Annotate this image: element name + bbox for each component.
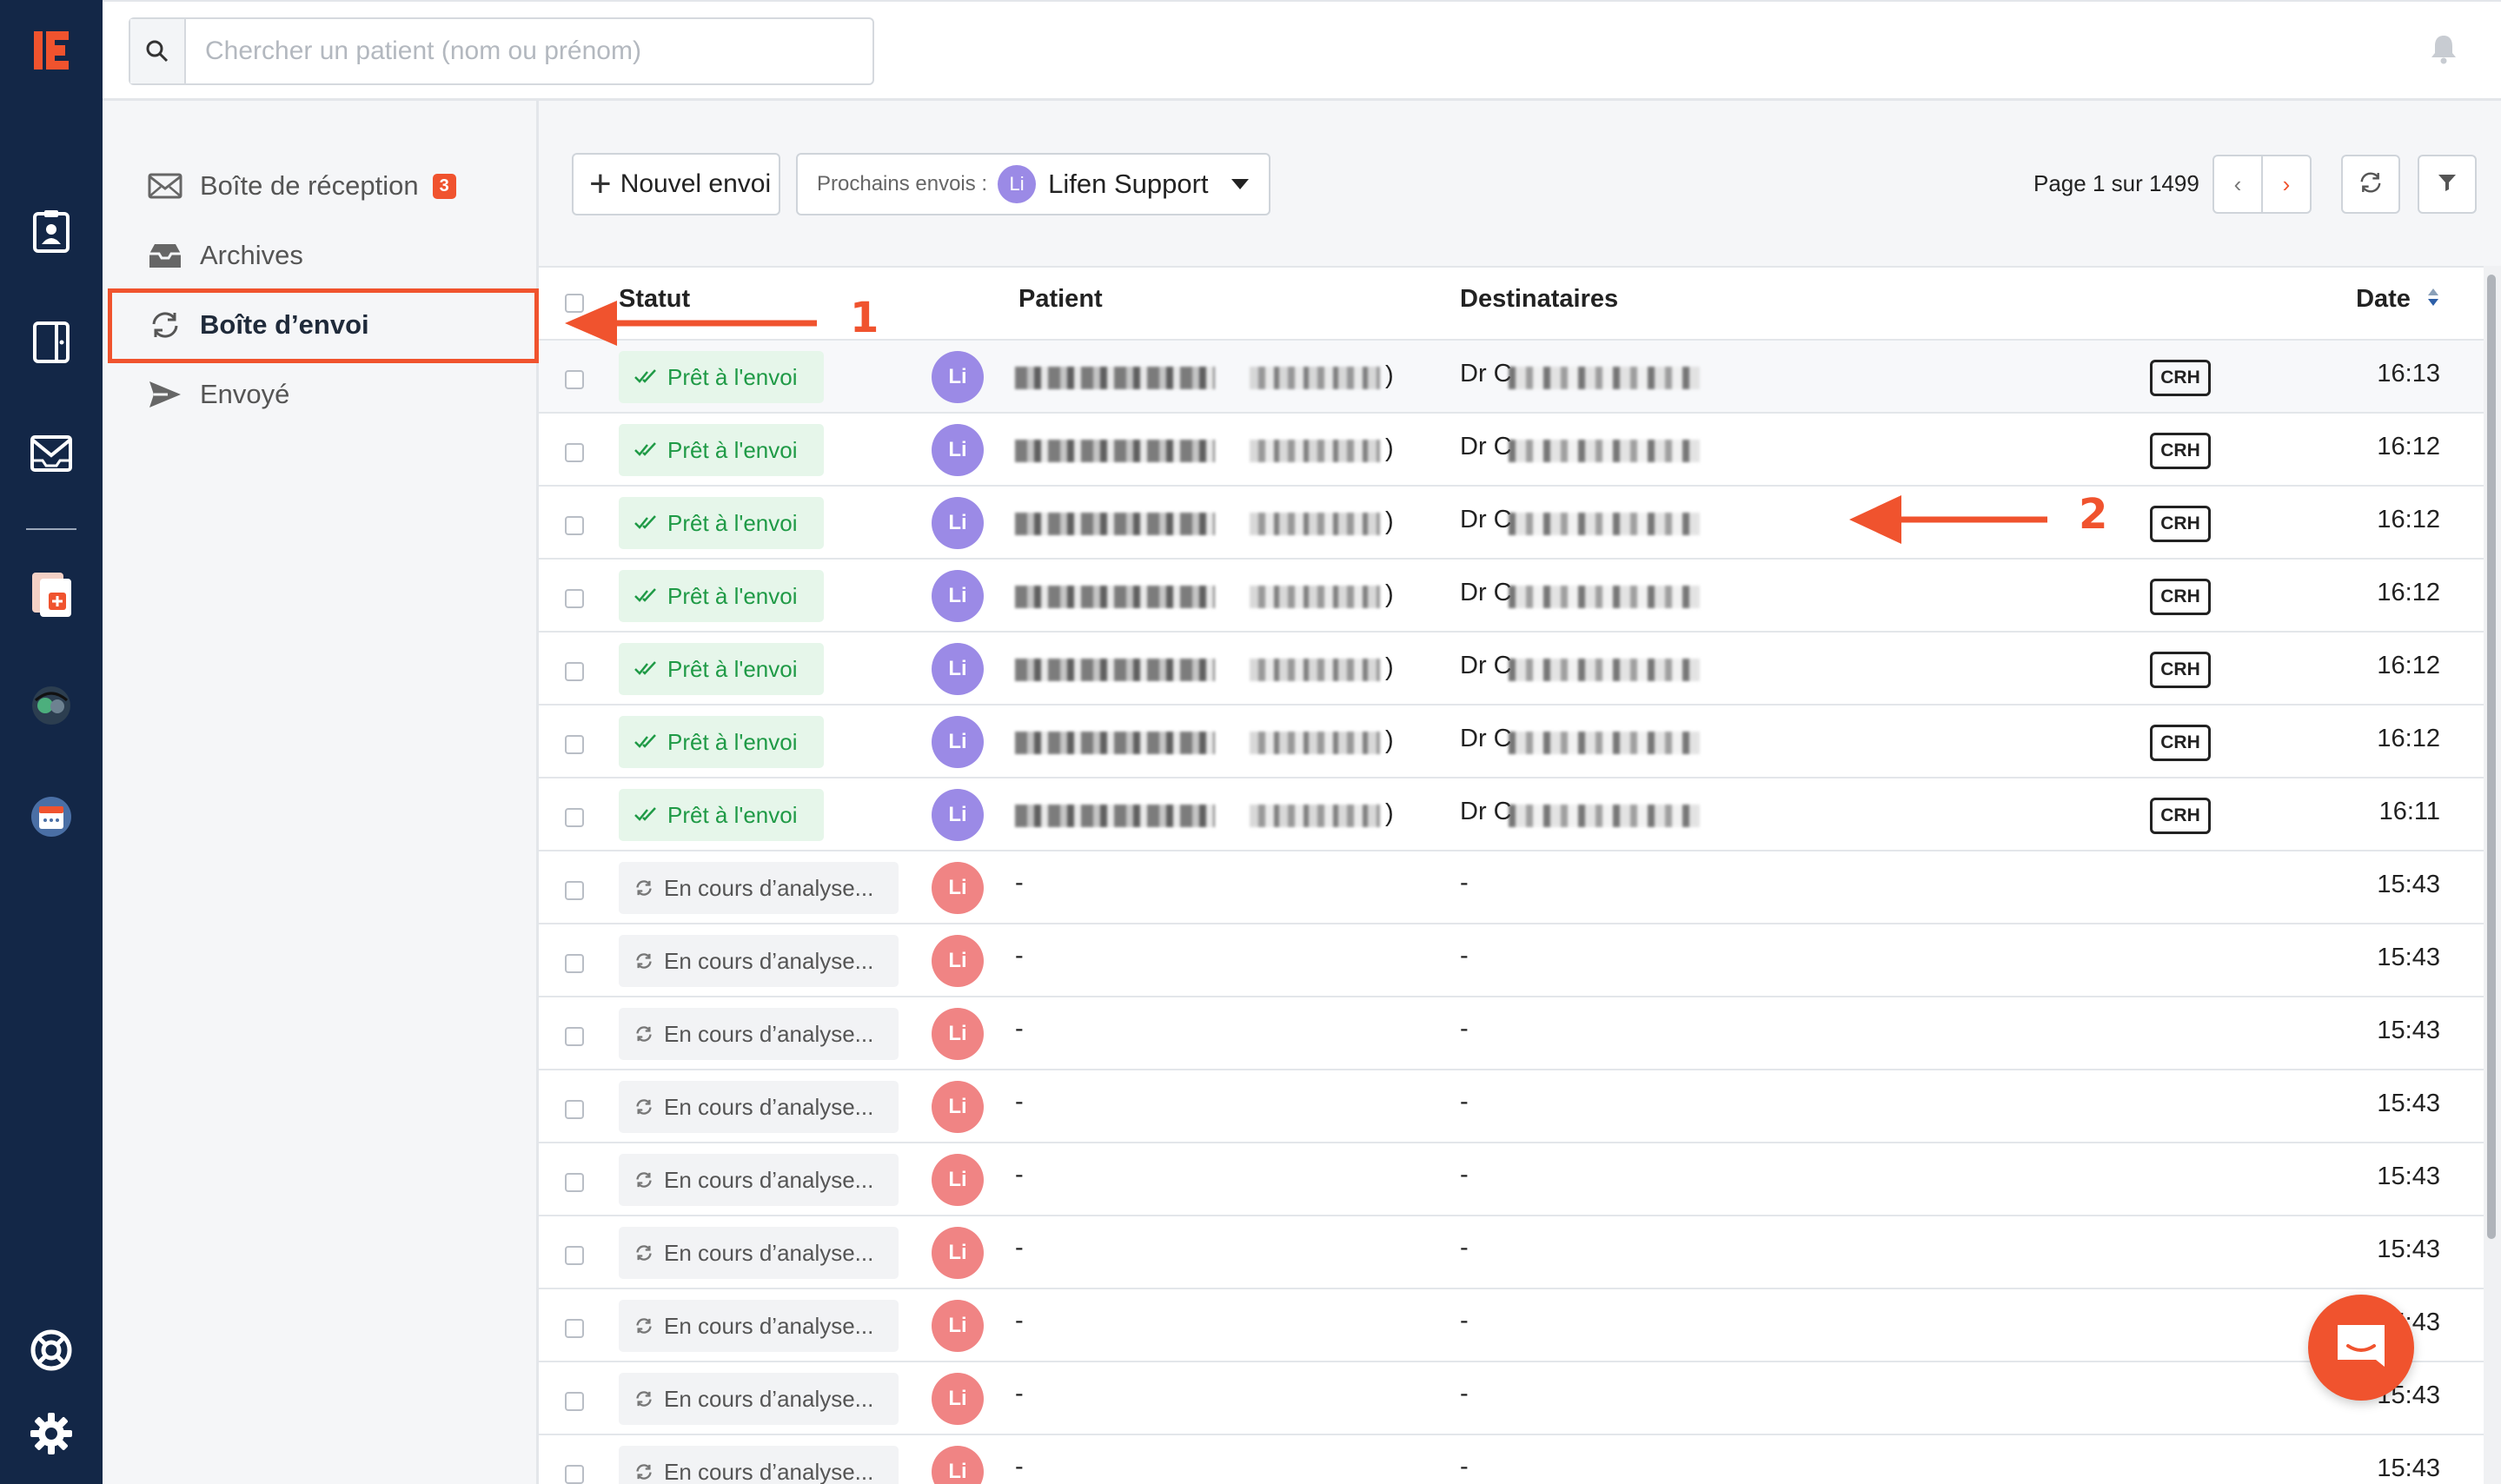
chat-icon xyxy=(2334,1322,2388,1375)
annotation-overlay xyxy=(565,301,2047,544)
arrow-annotation-2 xyxy=(1849,495,2047,544)
annotation-label-2: 2 xyxy=(2079,490,2108,539)
chat-launcher[interactable] xyxy=(2308,1295,2414,1401)
arrow-annotation-1 xyxy=(565,301,817,346)
annotation-label-1: 1 xyxy=(850,294,879,342)
